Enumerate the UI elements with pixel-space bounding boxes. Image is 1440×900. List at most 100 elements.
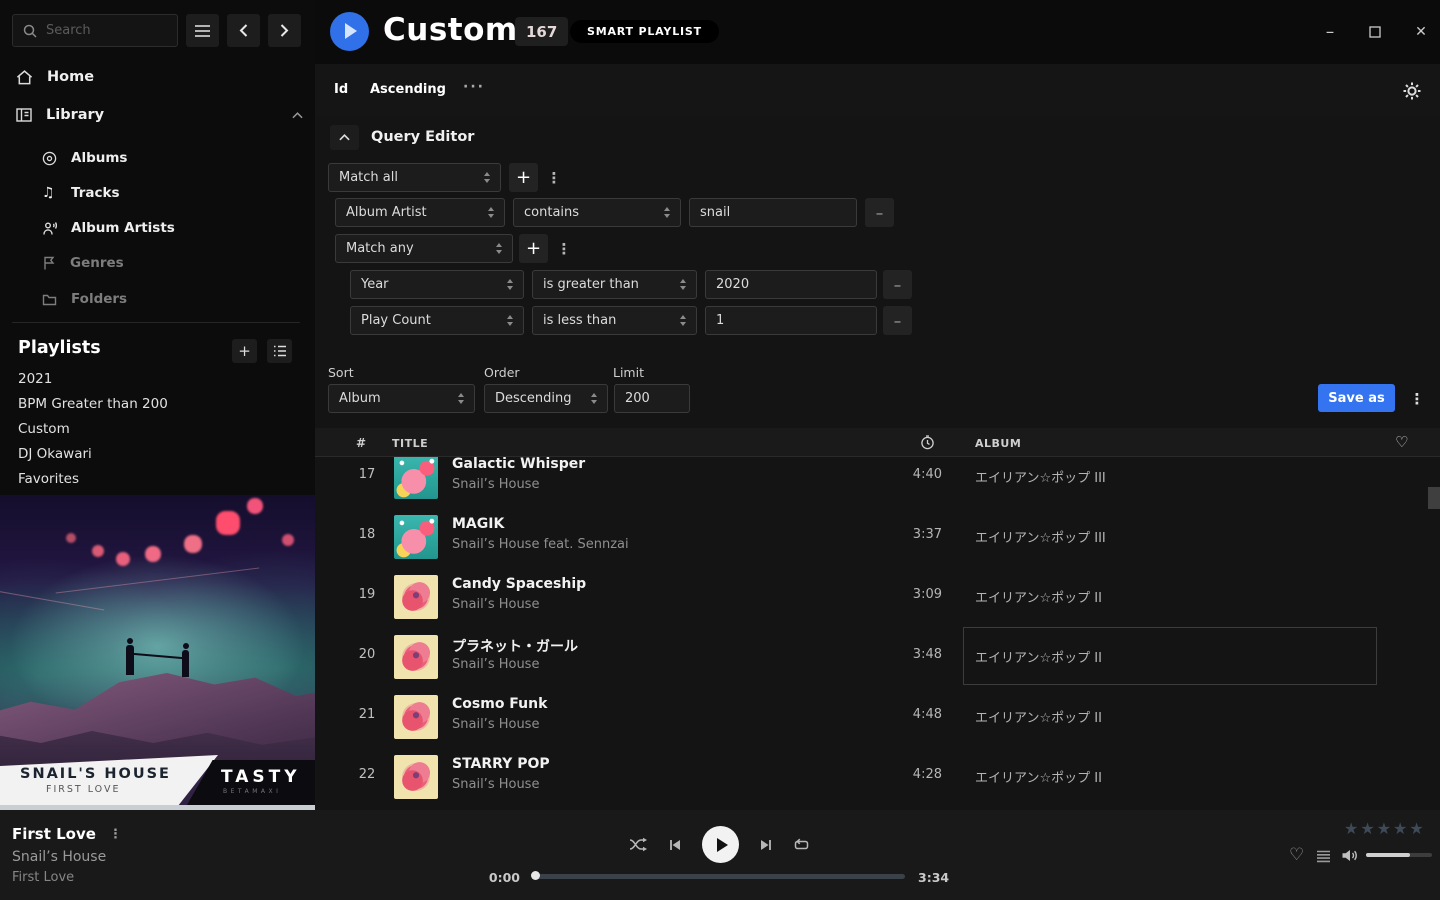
now-playing-artwork[interactable]: SNAIL'S HOUSE FIRST LOVE TASTY BETAMAXI — [0, 495, 315, 810]
speaker-icon — [1341, 848, 1359, 863]
play-icon — [345, 23, 357, 39]
repeat-button[interactable] — [793, 838, 811, 852]
search-input[interactable] — [46, 23, 167, 38]
shuffle-button[interactable] — [629, 837, 648, 852]
track-row[interactable]: 17 Galactic Whisper Snail’s House 4:40 エ… — [315, 457, 1440, 507]
order-select[interactable]: Descending — [484, 384, 608, 413]
main-content: Custom 167 SMART PLAYLIST – ✕ Id Ascendi… — [315, 0, 1440, 810]
manage-playlists-button[interactable] — [267, 339, 292, 363]
sidebar-item-library[interactable]: Library — [16, 100, 303, 130]
rule-field-select[interactable]: Year — [350, 270, 524, 299]
window-minimize-button[interactable]: – — [1319, 22, 1341, 42]
collapse-query-editor-button[interactable] — [330, 125, 359, 150]
favorite-column-heart-icon[interactable]: ♡ — [1395, 433, 1409, 451]
playlist-item-2021[interactable]: 2021 — [18, 371, 52, 393]
settings-button[interactable] — [1402, 80, 1424, 102]
nav-back-button[interactable] — [227, 14, 260, 47]
sidebar: Home Library Albums ♫ Tracks Album Artis… — [0, 0, 315, 810]
rule-field-select[interactable]: Play Count — [350, 306, 524, 335]
rule-value-input[interactable] — [689, 198, 857, 227]
rule-operator-select[interactable]: contains — [513, 198, 681, 227]
rule-operator-select[interactable]: is less than — [532, 306, 697, 335]
sidebar-item-genres[interactable]: Genres — [42, 248, 303, 278]
menu-button[interactable] — [186, 14, 219, 47]
favorite-button[interactable]: ♡ — [1289, 845, 1304, 865]
match-any-select[interactable]: Match any — [335, 234, 513, 263]
next-track-button[interactable] — [759, 838, 773, 852]
play-pause-button[interactable] — [702, 826, 739, 863]
hamburger-icon — [195, 25, 210, 37]
star-icon[interactable]: ★ — [1360, 819, 1374, 838]
star-icon[interactable]: ★ — [1344, 819, 1358, 838]
rule-value-input[interactable] — [705, 270, 877, 299]
caret-up-icon — [339, 134, 350, 141]
collapse-caret-icon[interactable] — [292, 112, 303, 119]
sidebar-item-home[interactable]: Home — [16, 62, 303, 92]
save-as-button[interactable]: Save as — [1318, 384, 1395, 412]
track-count-badge: 167 — [515, 17, 568, 46]
sidebar-item-albums[interactable]: Albums — [42, 143, 303, 173]
star-icon[interactable]: ★ — [1377, 819, 1391, 838]
select-arrows-icon — [507, 279, 513, 290]
duration-column-clock-icon[interactable] — [920, 435, 935, 450]
column-title[interactable]: TITLE — [392, 437, 428, 450]
track-artwork — [394, 635, 438, 679]
minus-icon: – — [894, 312, 902, 330]
column-index[interactable]: # — [356, 436, 367, 450]
sidebar-item-album-artists[interactable]: Album Artists — [42, 213, 303, 243]
remove-rule-button[interactable]: – — [883, 306, 912, 335]
sort-select[interactable]: Album — [328, 384, 475, 413]
match-all-select[interactable]: Match all — [328, 163, 501, 192]
seek-handle[interactable] — [531, 871, 540, 880]
track-row[interactable]: 21 Cosmo Funk Snail’s House 4:48 エイリアン☆ポ… — [315, 687, 1440, 747]
volume-button[interactable] — [1341, 848, 1359, 863]
minimize-icon: – — [1326, 22, 1335, 42]
playlist-item-custom[interactable]: Custom — [18, 421, 70, 443]
column-album[interactable]: ALBUM — [975, 437, 1021, 450]
select-arrows-icon — [680, 315, 686, 326]
track-row[interactable]: 20 プラネット・ガール Snail’s House 3:48 エイリアン☆ポッ… — [315, 627, 1440, 687]
sidebar-item-folders[interactable]: Folders — [42, 284, 303, 314]
remove-rule-button[interactable]: – — [883, 270, 912, 299]
toolbar-more-button[interactable]: ··· — [463, 79, 485, 95]
rule-operator-select[interactable]: is greater than — [532, 270, 697, 299]
add-rule-button[interactable]: + — [509, 163, 538, 192]
plus-icon: + — [526, 238, 541, 259]
playlist-item-dj-okawari[interactable]: DJ Okawari — [18, 446, 92, 468]
tracklist-scrollbar[interactable] — [1428, 487, 1440, 509]
star-icon[interactable]: ★ — [1393, 819, 1407, 838]
window-close-button[interactable]: ✕ — [1410, 22, 1432, 42]
previous-track-button[interactable] — [668, 838, 682, 852]
limit-input[interactable] — [614, 384, 690, 413]
track-row[interactable]: 18 MAGIK Snail’s House feat. Sennzai 3:3… — [315, 507, 1440, 567]
remove-rule-button[interactable]: – — [865, 198, 894, 227]
sort-direction-button[interactable]: Ascending — [370, 82, 446, 97]
seek-bar[interactable] — [535, 874, 905, 879]
artwork-artist-name: SNAIL'S HOUSE — [20, 766, 218, 782]
sidebar-item-label: Home — [47, 69, 94, 85]
track-row[interactable]: 22 STARRY POP Snail’s House 4:28 エイリアン☆ポ… — [315, 747, 1440, 807]
group-menu-button[interactable]: ⋮ — [556, 234, 572, 263]
window-maximize-button[interactable] — [1364, 22, 1386, 42]
play-icon — [717, 838, 728, 852]
sidebar-item-tracks[interactable]: ♫ Tracks — [42, 178, 303, 208]
queue-button[interactable] — [1316, 850, 1331, 863]
star-icon[interactable]: ★ — [1409, 819, 1423, 838]
search-box[interactable] — [12, 14, 178, 47]
rule-field-select[interactable]: Album Artist — [335, 198, 505, 227]
playlist-item-favorites[interactable]: Favorites — [18, 471, 79, 493]
nav-forward-button[interactable] — [268, 14, 301, 47]
add-playlist-button[interactable]: + — [232, 339, 257, 363]
playlist-item-bpm[interactable]: BPM Greater than 200 — [18, 396, 168, 418]
volume-slider[interactable] — [1366, 853, 1432, 857]
play-playlist-button[interactable] — [330, 12, 369, 51]
add-rule-button[interactable]: + — [519, 234, 548, 263]
group-menu-button[interactable]: ⋮ — [546, 163, 562, 192]
select-arrows-icon — [591, 393, 597, 404]
sort-field-button[interactable]: Id — [334, 82, 348, 97]
save-menu-button[interactable]: ⋮ — [1409, 384, 1425, 413]
artwork-label-name: TASTY — [221, 767, 315, 787]
limit-label: Limit — [613, 365, 644, 380]
track-row[interactable]: 19 Candy Spaceship Snail’s House 3:09 エイ… — [315, 567, 1440, 627]
rule-value-input[interactable] — [705, 306, 877, 335]
